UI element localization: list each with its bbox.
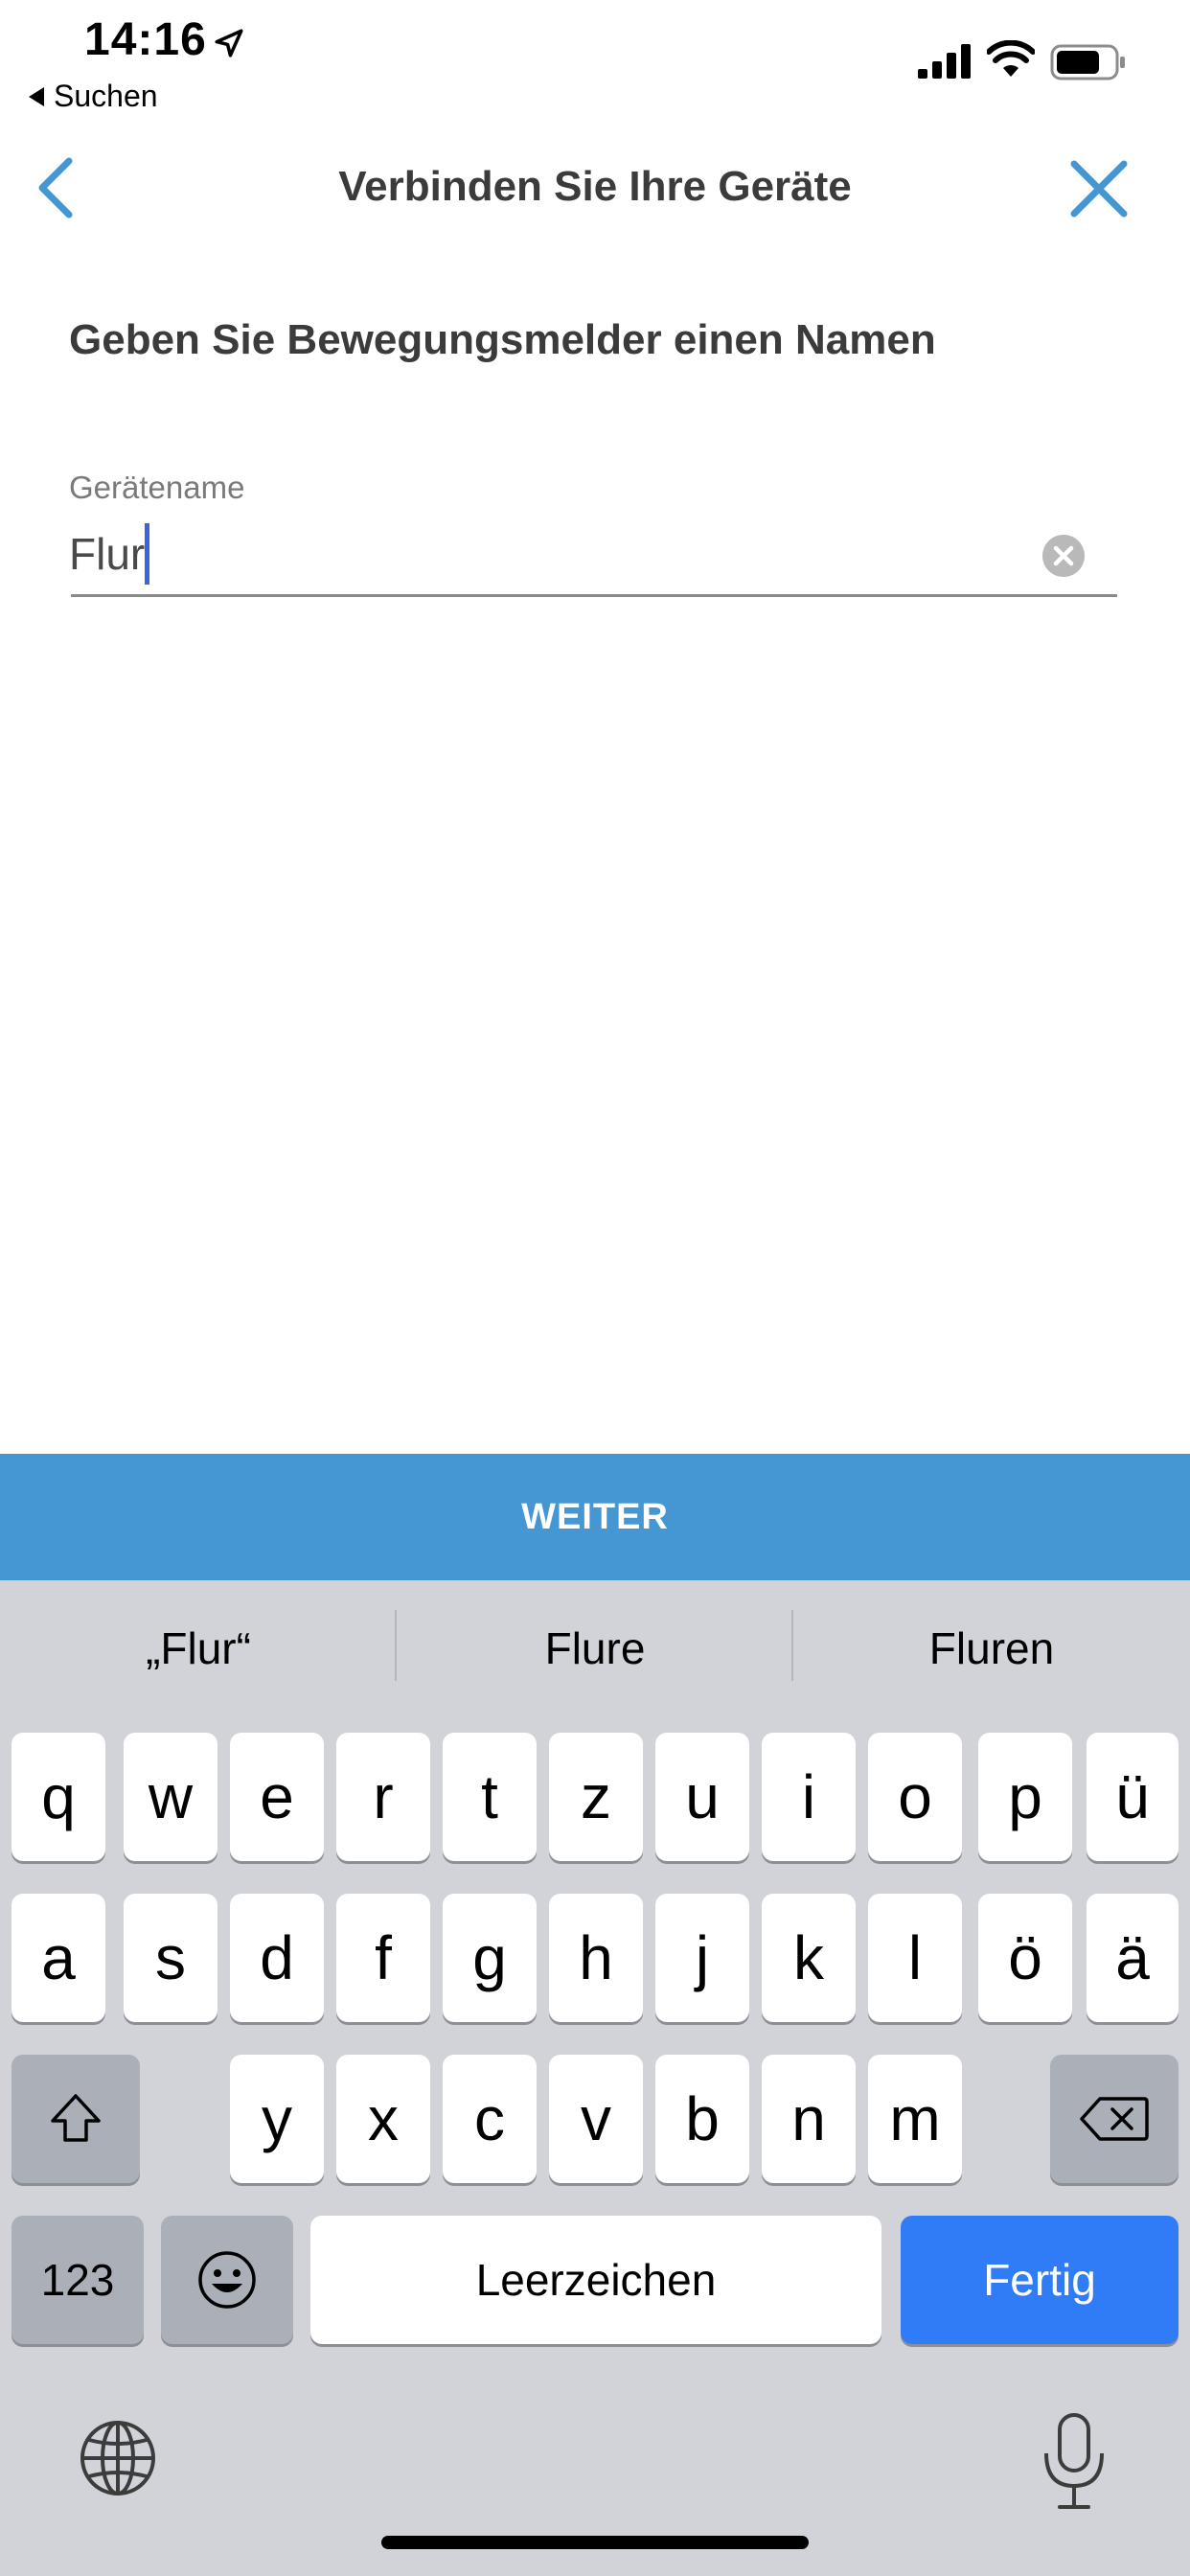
home-indicator	[381, 2536, 809, 2549]
key-t[interactable]: t	[443, 1733, 537, 1861]
key-u[interactable]: u	[655, 1733, 749, 1861]
space-key[interactable]: Leerzeichen	[310, 2216, 881, 2344]
key-h[interactable]: h	[549, 1894, 643, 2022]
device-name-label: Gerätename	[69, 470, 245, 505]
globe-icon[interactable]	[79, 2419, 157, 2497]
weiter-button[interactable]: WEITER	[0, 1454, 1190, 1580]
key-q[interactable]: q	[11, 1733, 105, 1861]
key-c[interactable]: c	[443, 2055, 537, 2183]
device-name-input[interactable]	[69, 518, 1046, 590]
done-key[interactable]: Fertig	[901, 2216, 1179, 2344]
input-underline	[71, 594, 1117, 597]
emoji-icon	[198, 2251, 256, 2309]
key-j[interactable]: j	[655, 1894, 749, 2022]
battery-icon	[1050, 44, 1125, 80]
status-time: 14:16	[84, 14, 207, 65]
key-f[interactable]: f	[336, 1894, 430, 2022]
key-r[interactable]: r	[336, 1733, 430, 1861]
microphone-icon[interactable]	[1041, 2411, 1108, 2513]
emoji-key[interactable]	[161, 2216, 293, 2344]
page-title: Verbinden Sie Ihre Geräte	[338, 163, 852, 210]
numbers-key[interactable]: 123	[11, 2216, 144, 2344]
key-s[interactable]: s	[124, 1894, 217, 2022]
key-ue[interactable]: ü	[1087, 1733, 1179, 1861]
key-g[interactable]: g	[443, 1894, 537, 2022]
location-arrow-icon	[215, 29, 243, 58]
status-back-label: Suchen	[54, 79, 158, 113]
status-back-link[interactable]: Suchen	[29, 79, 158, 114]
key-i[interactable]: i	[762, 1733, 856, 1861]
key-z[interactable]: z	[549, 1733, 643, 1861]
back-triangle-icon	[29, 86, 44, 106]
shift-arrow-icon	[51, 2094, 101, 2142]
backspace-icon	[1080, 2097, 1149, 2141]
key-k[interactable]: k	[762, 1894, 856, 2022]
close-icon[interactable]	[1069, 159, 1129, 218]
key-n[interactable]: n	[762, 2055, 856, 2183]
key-e[interactable]: e	[230, 1733, 324, 1861]
delete-key[interactable]	[1050, 2055, 1179, 2183]
key-w[interactable]: w	[124, 1733, 217, 1861]
key-m[interactable]: m	[868, 2055, 962, 2183]
key-v[interactable]: v	[549, 2055, 643, 2183]
key-oe[interactable]: ö	[978, 1894, 1072, 2022]
key-o[interactable]: o	[868, 1733, 962, 1861]
text-caret	[145, 523, 149, 585]
key-p[interactable]: p	[978, 1733, 1072, 1861]
form-heading: Geben Sie Bewegungsmelder einen Namen	[69, 316, 936, 363]
clear-text-icon[interactable]	[1042, 535, 1085, 577]
shift-key[interactable]	[11, 2055, 140, 2183]
suggestion-1[interactable]: „Flur“	[0, 1610, 397, 1687]
key-l[interactable]: l	[868, 1894, 962, 2022]
wifi-icon	[987, 40, 1035, 77]
key-a[interactable]: a	[11, 1894, 105, 2022]
key-y[interactable]: y	[230, 2055, 324, 2183]
key-d[interactable]: d	[230, 1894, 324, 2022]
key-x[interactable]: x	[336, 2055, 430, 2183]
suggestion-2[interactable]: Flure	[397, 1610, 793, 1687]
key-ae[interactable]: ä	[1087, 1894, 1179, 2022]
suggestion-3[interactable]: Fluren	[793, 1610, 1190, 1687]
cellular-signal-icon	[918, 44, 971, 79]
key-b[interactable]: b	[655, 2055, 749, 2183]
